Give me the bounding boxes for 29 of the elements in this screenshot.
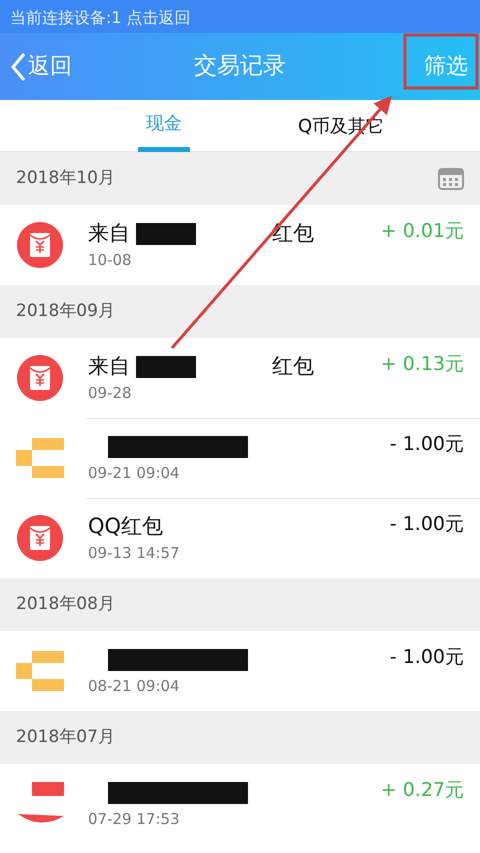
back-button[interactable]: 返回: [0, 50, 72, 83]
transaction-amount: + 0.01元: [380, 219, 464, 244]
transaction-title: QQ红包: [88, 513, 164, 540]
month-header: 2018年10月: [16, 166, 115, 190]
transaction-title: 来自: [88, 353, 130, 380]
transaction-title: 来自: [88, 220, 130, 247]
month-header: 2018年07月: [16, 726, 115, 749]
envelope-icon: [16, 354, 64, 402]
transaction-time: 10-08: [88, 250, 133, 271]
month-header: 2018年08月: [16, 592, 115, 616]
transaction-title: 红包: [272, 353, 314, 380]
month-header: 2018年09月: [16, 300, 115, 323]
transaction-amount: + 0.13元: [380, 352, 464, 377]
transaction-amount: - 1.00元: [390, 512, 464, 537]
envelope-icon: [16, 514, 64, 562]
back-icon: [10, 52, 26, 82]
transaction-amount: + 0.27元: [380, 778, 464, 803]
transaction-time: 09-28: [88, 382, 133, 404]
transaction-time: 09-13 14:57: [88, 542, 181, 564]
status-bar-text[interactable]: 当前连接设备:1 点击返回: [0, 0, 480, 33]
transaction-amount: - 1.00元: [390, 432, 464, 457]
page-title: 交易记录: [194, 53, 286, 80]
transaction-time: 09-21 09:04: [88, 462, 181, 484]
transaction-amount: - 1.00元: [390, 645, 464, 670]
envelope-icon: [16, 221, 64, 269]
calendar-icon[interactable]: [438, 166, 464, 190]
filter-button[interactable]: 筛选: [412, 33, 480, 100]
transaction-time: 07-29 17:53: [88, 808, 181, 830]
transaction-time: 08-21 09:04: [88, 676, 181, 697]
